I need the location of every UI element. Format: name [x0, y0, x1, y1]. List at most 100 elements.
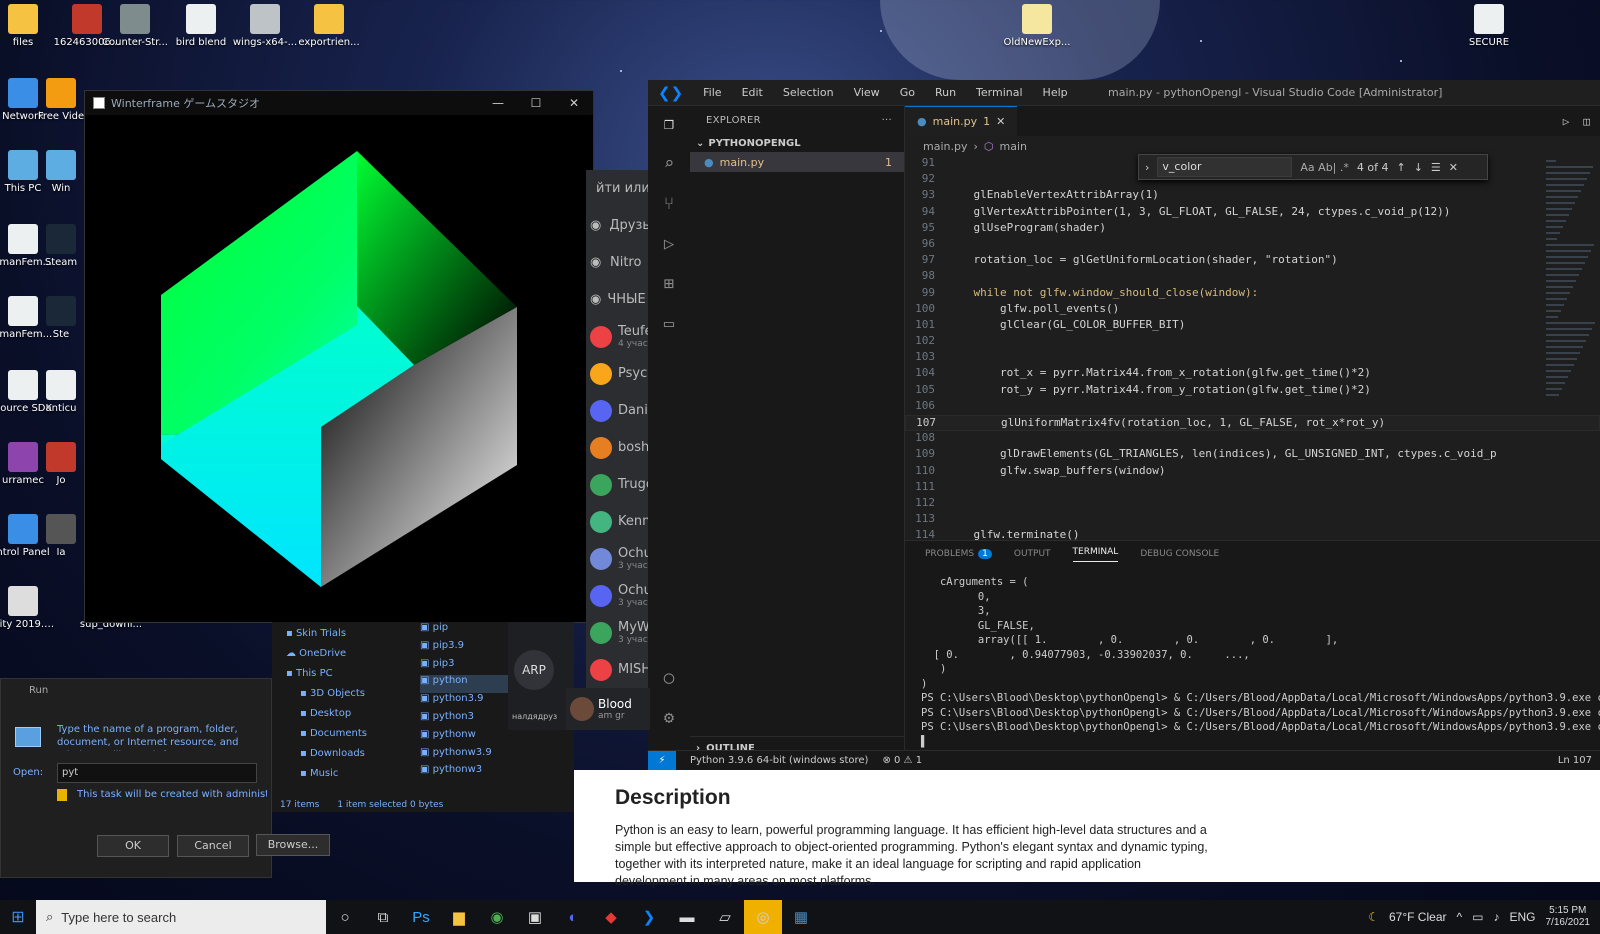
close-find-icon[interactable]: ✕: [1449, 161, 1458, 174]
dm-list-item[interactable]: Kenne: [586, 503, 650, 540]
code-line[interactable]: 108: [905, 431, 1600, 447]
volume-icon[interactable]: ♪: [1493, 910, 1499, 924]
code-line[interactable]: 111: [905, 480, 1600, 496]
python-interpreter[interactable]: Python 3.9.6 64-bit (windows store): [690, 755, 868, 766]
maximize-button[interactable]: ☐: [517, 96, 555, 110]
search-icon[interactable]: ⌕: [658, 154, 680, 176]
run-debug-icon[interactable]: ▷: [658, 234, 680, 256]
panel-tab-problems[interactable]: PROBLEMS 1: [925, 549, 992, 559]
tray-chevron-icon[interactable]: ^: [1457, 910, 1463, 924]
nav-item[interactable]: ▪ Music: [286, 768, 406, 788]
vscode-icon[interactable]: ❯: [630, 900, 668, 934]
code-line[interactable]: 102: [905, 334, 1600, 350]
code-line[interactable]: 100 glfw.poll_events(): [905, 302, 1600, 318]
previous-match-icon[interactable]: ↑: [1396, 161, 1405, 174]
dm-list-item[interactable]: Teufe 4 участ: [586, 318, 650, 355]
panel-tab-debug-console[interactable]: DEBUG CONSOLE: [1140, 549, 1219, 559]
menu-help[interactable]: Help: [1043, 86, 1068, 99]
weather-text[interactable]: 67°F Clear: [1389, 910, 1447, 924]
file-item[interactable]: ▣ pip3: [420, 658, 510, 676]
taskbar-search[interactable]: ⌕ Type here to search: [36, 900, 326, 934]
code-line[interactable]: 109 glDrawElements(GL_TRIANGLES, len(ind…: [905, 447, 1600, 463]
bottom-panel[interactable]: PROBLEMS 1 OUTPUT TERMINAL DEBUG CONSOLE cAr…: [905, 540, 1600, 760]
nav-item[interactable]: ☁ OneDrive: [286, 648, 406, 668]
chrome-icon[interactable]: ◉: [478, 900, 516, 934]
discord-window[interactable]: йти или на ◉ Друзь ◉ Nitro ◉ ЧНЫЕ СОС Teufe4 уч…: [586, 170, 650, 730]
menu-view[interactable]: View: [854, 86, 880, 99]
crumb-symbol[interactable]: main: [1000, 140, 1027, 153]
find-input[interactable]: v_color: [1157, 157, 1293, 177]
desktop-icon[interactable]: Unity 2019.4.28...: [0, 586, 60, 630]
close-tab-icon[interactable]: ✕: [996, 115, 1005, 128]
file-explorer-icon[interactable]: ▆: [440, 900, 478, 934]
code-line[interactable]: 95 glUseProgram(shader): [905, 221, 1600, 237]
code-line[interactable]: 101 glClear(GL_COLOR_BUFFER_BIT): [905, 318, 1600, 334]
dm-list-item[interactable]: Ochus3 участ: [586, 577, 650, 614]
file-item[interactable]: ▣ pip: [420, 622, 510, 640]
server-icon-arp[interactable]: ARP: [514, 650, 554, 690]
terminal-output[interactable]: cArguments = ( 0, 3, GL_FALSE, array([[ …: [905, 567, 1600, 749]
opengl-window[interactable]: Winterframe ゲームスタジオ — ☐ ✕: [84, 90, 594, 623]
editor-area[interactable]: ● main.py 1 ✕ ▷ ◫ main.py › ⬡ main 91 92 93…: [905, 106, 1600, 540]
explorer-icon[interactable]: ❐: [658, 114, 680, 136]
dm-list-item[interactable]: йти или на: [586, 170, 650, 207]
file-item[interactable]: ▣ pythonw3: [420, 764, 510, 782]
code-line[interactable]: 104 rot_x = pyrr.Matrix44.from_x_rotatio…: [905, 366, 1600, 382]
dm-list-item[interactable]: ◉ Друзь: [586, 207, 650, 244]
code-line[interactable]: 107 glUniformMatrix4fv(rotation_loc, 1, …: [905, 415, 1600, 432]
menu-terminal[interactable]: Terminal: [976, 86, 1023, 99]
dm-list-item[interactable]: Trugo: [586, 466, 650, 503]
code-line[interactable]: 106: [905, 399, 1600, 415]
code-line[interactable]: 93 glEnableVertexAttribArray(1): [905, 188, 1600, 204]
open-input[interactable]: pyt: [57, 763, 257, 783]
find-options[interactable]: Aa Ab| .*: [1300, 161, 1348, 174]
windows-start-icon[interactable]: ⊞: [0, 907, 36, 927]
desktop-icon[interactable]: exportrien...: [292, 4, 366, 48]
store-icon[interactable]: ▣: [516, 900, 554, 934]
menu-edit[interactable]: Edit: [742, 86, 763, 99]
dm-list-item[interactable]: MyW 3 участ: [586, 614, 650, 651]
line-position[interactable]: Ln 107: [1558, 755, 1592, 766]
code-line[interactable]: 98: [905, 269, 1600, 285]
code-line[interactable]: 103: [905, 350, 1600, 366]
dm-list-item[interactable]: Psych: [586, 355, 650, 392]
dm-list-item[interactable]: ◉ Nitro: [586, 244, 650, 281]
menu-file[interactable]: File: [703, 86, 721, 99]
project-folder[interactable]: ⌄ PYTHONOPENGL: [690, 134, 904, 152]
code-editor[interactable]: 91 92 93 glEnableVertexAttribArray(1) 94 gl…: [905, 156, 1600, 540]
file-item-main-py[interactable]: ● main.py 1: [690, 152, 904, 172]
minimize-button[interactable]: —: [479, 96, 517, 110]
run-file-icon[interactable]: ▷: [1563, 115, 1570, 128]
dm-list-item[interactable]: Danie: [586, 392, 650, 429]
discord-user-panel[interactable]: Blood am gr: [566, 688, 650, 730]
code-line[interactable]: 114 glfw.terminate(): [905, 528, 1600, 540]
code-line[interactable]: 94 glVertexAttribPointer(1, 3, GL_FLOAT,…: [905, 205, 1600, 221]
problems-indicator[interactable]: ⊗ 0 ⚠ 1: [882, 755, 922, 766]
cortana-icon[interactable]: ○: [326, 900, 364, 934]
file-item[interactable]: ▣ pythonw3.9: [420, 747, 510, 765]
desktop-icon[interactable]: OldNewExp...: [1000, 4, 1074, 48]
settings-gear-icon[interactable]: ⚙: [658, 708, 680, 730]
code-line[interactable]: 97 rotation_loc = glGetUniformLocation(s…: [905, 253, 1600, 269]
find-in-selection-icon[interactable]: ☰: [1431, 161, 1441, 174]
desktop-icon[interactable]: bird blend: [164, 4, 238, 48]
task-view-icon[interactable]: ⧉: [364, 900, 402, 934]
nav-item[interactable]: ▪ Documents: [286, 728, 406, 748]
minimap[interactable]: [1540, 156, 1600, 536]
file-item[interactable]: ▣ pip3.9: [420, 640, 510, 658]
run-dialog[interactable]: Run Type the name of a program, folder, …: [0, 678, 272, 878]
opengl-window-titlebar[interactable]: Winterframe ゲームスタジオ — ☐ ✕: [85, 91, 593, 115]
panel-tab-terminal[interactable]: TERMINAL: [1072, 547, 1119, 562]
app-icon[interactable]: ◆: [592, 900, 630, 934]
toggle-replace-icon[interactable]: ›: [1145, 161, 1149, 174]
file-item[interactable]: ▣ python: [420, 675, 510, 694]
discord-icon[interactable]: ◐: [554, 900, 592, 934]
steam-icon[interactable]: ◎: [744, 900, 782, 934]
code-line[interactable]: 105 rot_y = pyrr.Matrix44.from_y_rotatio…: [905, 383, 1600, 399]
panel-tab-output[interactable]: OUTPUT: [1014, 549, 1051, 559]
ok-button[interactable]: OK: [97, 835, 169, 857]
nav-item[interactable]: ▪ This PC: [286, 668, 406, 688]
split-editor-icon[interactable]: ◫: [1583, 115, 1590, 128]
language[interactable]: ENG: [1509, 910, 1535, 924]
code-line[interactable]: 96: [905, 237, 1600, 253]
